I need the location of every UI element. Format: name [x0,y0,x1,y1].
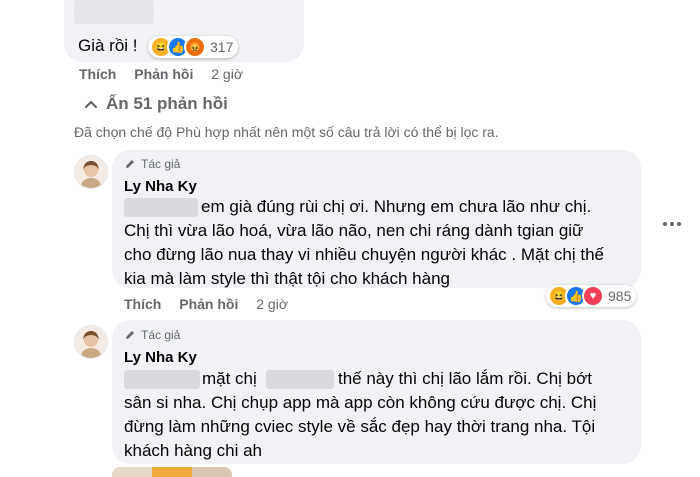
reply-line-3: cho đừng lão nua thay vi nhiều chuyện ng… [124,245,604,264]
redacted-mention [124,370,200,389]
reply-line-1: em già đúng rùi chị ơi. Nhưng em chưa lã… [201,197,592,216]
reply-reactions[interactable]: 😆 👍 ♥ 985 [546,285,637,307]
pencil-icon [126,160,134,168]
hide-replies-button[interactable]: Ẩn 51 phản hồi [84,94,228,114]
reply-line-4: khách hàng chi ah [124,441,262,460]
author-name[interactable]: Ly Nha Ky [124,178,197,195]
avatar[interactable] [74,325,108,359]
like-button[interactable]: Thích [124,296,161,312]
avatar[interactable] [74,155,108,189]
reaction-count: 317 [210,39,234,55]
author-name[interactable]: Ly Nha Ky [124,349,197,366]
reply-line-2: Chị thì vừa lão hoá, vừa lão não, nen ch… [124,221,584,240]
author-badge: Tác giả [124,328,180,342]
more-options-icon[interactable] [662,214,682,234]
reaction-count: 985 [608,288,632,304]
reply-line-3: đừng làm những cviec style về sắc đẹp ha… [124,417,596,436]
reply-line-1a: mặt chị [202,369,257,388]
redacted-name [266,370,334,389]
reply-actions: Thích Phản hồi 2 giờ [124,296,302,312]
reply-button[interactable]: Phản hồi [134,66,193,82]
hide-replies-label: Ẩn 51 phản hồi [106,94,228,113]
comment-time[interactable]: 2 giờ [256,296,288,312]
reply-line-1b: thế này thì chị lão lắm rồi. Chị bớt [338,369,592,388]
comment-time[interactable]: 2 giờ [211,66,243,82]
reply-button[interactable]: Phản hồi [179,296,238,312]
profile-photo-icon [75,156,107,188]
chevron-up-icon [84,100,98,109]
top-comment-reactions[interactable]: 😆 👍 😡 317 [148,36,239,58]
author-tag-label: Tác giả [141,328,181,342]
filter-notice: Đã chọn chế độ Phù hợp nhất nên một số c… [74,124,499,140]
like-button[interactable]: Thích [79,66,116,82]
redacted-commenter-name [74,0,154,24]
pencil-icon [126,331,134,339]
top-comment-actions: Thích Phản hồi 2 giờ [79,66,257,82]
profile-photo-icon [75,326,107,358]
attached-image-preview[interactable] [112,467,232,477]
angry-icon: 😡 [184,36,206,58]
redacted-mention [124,198,198,217]
love-icon: ♥ [582,285,604,307]
top-comment-text: Già rồi ! [78,36,138,55]
author-tag-label: Tác giả [141,157,181,171]
reply-line-4: kia mà làm style thì thật tội cho khách … [124,269,451,288]
reply-line-2: sân si nha. Chị chụp app mà app còn khôn… [124,393,597,412]
author-badge: Tác giả [124,157,180,171]
